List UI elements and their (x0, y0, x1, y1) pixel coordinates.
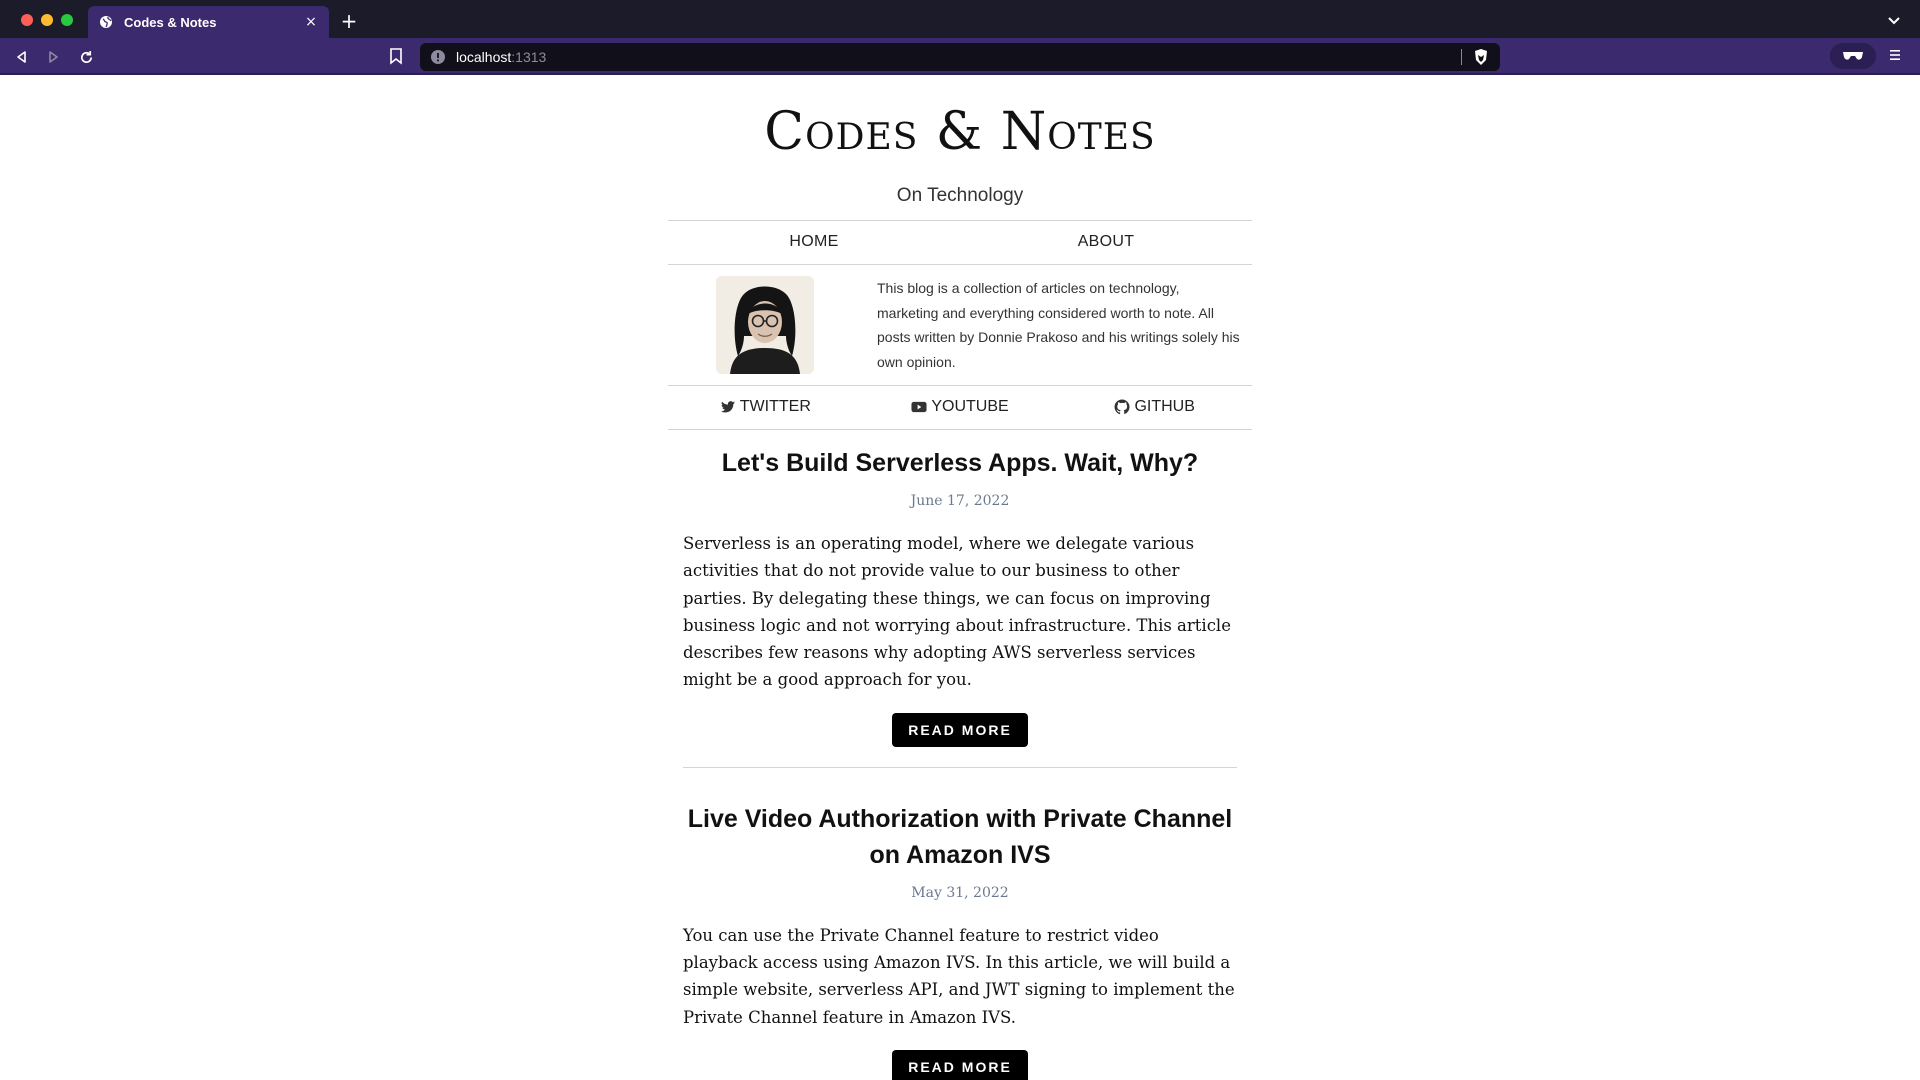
close-window-button[interactable] (21, 14, 33, 26)
url-port: :1313 (511, 49, 547, 65)
nav-home-link[interactable]: HOME (668, 221, 960, 263)
globe-icon (98, 14, 114, 30)
browser-toolbar: localhost:1313 (0, 38, 1920, 75)
github-link[interactable]: GITHUB (1057, 386, 1252, 428)
minimize-window-button[interactable] (41, 14, 53, 26)
github-icon (1114, 399, 1130, 415)
social-links: TWITTER YOUTUBE GITHUB (668, 386, 1252, 428)
site-title[interactable]: Codes & Notes (668, 102, 1252, 162)
reload-icon[interactable] (76, 47, 96, 67)
forward-icon[interactable] (43, 47, 63, 67)
post-item: Live Video Authorization with Private Ch… (683, 801, 1237, 1080)
post-title[interactable]: Let's Build Serverless Apps. Wait, Why? (683, 445, 1237, 481)
address-bar[interactable]: localhost:1313 (420, 43, 1500, 71)
web-page: Codes & Notes On Technology HOME ABOUT T… (0, 75, 1920, 1080)
tab-close-icon[interactable]: × (303, 14, 319, 30)
read-more-button[interactable]: READ MORE (892, 712, 1028, 747)
post-divider (683, 766, 1237, 768)
author-avatar (716, 276, 814, 374)
post-date: May 31, 2022 (911, 884, 1009, 901)
post-item: Let's Build Serverless Apps. Wait, Why? … (683, 445, 1237, 768)
divider (668, 264, 1252, 265)
browser-tab-bar: Codes & Notes × + (0, 0, 1920, 38)
youtube-icon (911, 399, 927, 415)
post-date: June 17, 2022 (910, 493, 1010, 509)
url-host: localhost (456, 49, 512, 65)
post-list: Let's Build Serverless Apps. Wait, Why? … (683, 445, 1237, 1080)
back-icon[interactable] (12, 47, 32, 67)
brave-shield-icon[interactable] (1472, 48, 1490, 66)
divider (668, 429, 1252, 430)
browser-tab[interactable]: Codes & Notes × (88, 6, 329, 38)
twitter-icon (720, 399, 736, 415)
chevron-down-icon[interactable] (1886, 12, 1902, 28)
main-nav: HOME ABOUT (668, 221, 1252, 263)
youtube-label: YOUTUBE (931, 398, 1009, 415)
new-tab-button[interactable]: + (340, 11, 358, 31)
zoom-window-button[interactable] (61, 14, 73, 26)
nav-about-link[interactable]: ABOUT (960, 221, 1252, 263)
post-excerpt: Serverless is an operating model, where … (683, 534, 1231, 690)
bookmark-icon[interactable] (389, 47, 407, 67)
read-more-button[interactable]: READ MORE (892, 1049, 1028, 1080)
url-text: localhost:1313 (456, 49, 546, 65)
brave-vpn-icon[interactable] (1830, 43, 1876, 69)
author-bio: This blog is a collection of articles on… (877, 280, 1240, 370)
menu-icon[interactable] (1888, 47, 1904, 67)
url-separator (1461, 49, 1462, 65)
twitter-link[interactable]: TWITTER (668, 386, 863, 428)
post-title[interactable]: Live Video Authorization with Private Ch… (683, 801, 1237, 873)
tab-title: Codes & Notes (124, 14, 217, 30)
twitter-label: TWITTER (739, 398, 811, 415)
site-info-icon[interactable] (430, 49, 446, 65)
youtube-link[interactable]: YOUTUBE (863, 386, 1058, 428)
site-subtitle: On Technology (896, 185, 1024, 206)
github-label: GITHUB (1134, 398, 1195, 415)
post-excerpt: You can use the Private Channel feature … (683, 925, 1235, 1027)
